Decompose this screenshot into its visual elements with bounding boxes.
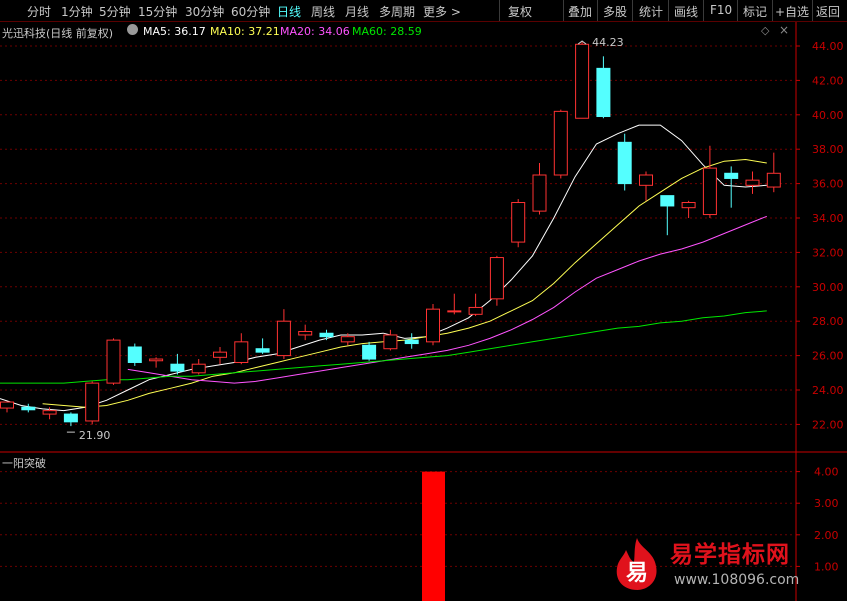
candle-up [639,171,653,201]
candle-down [724,166,739,208]
candle-up [191,359,206,375]
candle-up [702,145,717,218]
candle-up [298,324,313,341]
candle-down [596,56,611,119]
candle-body [298,331,313,336]
candle-down [404,333,419,349]
y-tick-label: 28.00 [812,315,844,328]
kline-chart: 44.23 21.90 22.00 24.00 26.00 28.00 30.00 32.0… [0,22,847,601]
candle-body [149,358,164,362]
candle-body [191,363,206,374]
candle-down [170,353,185,375]
y-tick-label: 26.00 [812,350,844,363]
candle-body [575,43,590,119]
candle-body [681,202,696,209]
y-tick-label: 30.00 [812,281,844,294]
candle-body [21,406,36,411]
candle-body [447,310,462,313]
watermark: 易 易学指标网 www.108096.com [610,530,805,600]
y-tick-label: 36.00 [812,178,844,191]
candle-body [170,363,185,372]
candle-body [553,110,568,176]
candle-body [213,351,227,358]
candle-up [575,42,590,119]
candle-up [532,162,547,215]
candle-up [234,333,249,365]
candle-body [766,172,781,188]
candle-down [319,329,334,341]
candle-up [426,304,440,346]
candle-body [745,179,760,186]
y-tick-label: 40.00 [812,109,844,122]
y-tick-label: 24.00 [812,384,844,397]
indicator-tick-label: 2.00 [814,529,839,542]
candle-up [383,329,398,351]
flame-logo-icon: 易 [616,538,657,590]
candle-up [766,152,781,193]
candle-body [362,344,377,360]
y-tick-label: 22.00 [812,418,844,431]
y-tick-label: 38.00 [812,143,844,156]
indicator-tick-label: 4.00 [814,466,839,479]
candle-body [468,306,483,315]
candle-body [532,174,547,212]
candle-body [340,336,355,343]
candle-up [276,309,291,360]
y-tick-label: 32.00 [812,246,844,259]
candle-body [702,167,717,216]
indicator-title: 一阳突破 [2,457,46,470]
candle-body [127,346,142,363]
indicator-tick-label: 1.00 [814,560,839,573]
candle-body [42,410,57,415]
candle-up [553,109,568,179]
candle-body [319,332,334,338]
candle-up [489,255,504,306]
candle-up [681,200,696,218]
candle-body [255,348,270,353]
ma10-line [42,158,767,408]
candle-up [85,381,100,425]
candle-down [21,403,36,413]
watermark-url: www.108096.com [674,572,800,588]
candle-body [639,174,653,186]
candle-down [660,195,675,236]
candle-up [447,293,462,315]
candle-up [213,347,227,365]
candle-body [276,320,291,357]
candle-body [511,202,526,243]
candle-body [426,308,440,343]
y-tick-label: 44.00 [812,40,844,53]
candle-up [0,401,14,413]
candle-body [63,413,78,423]
logo-char: 易 [626,561,648,586]
ma20-line [127,215,767,384]
candle-body [234,341,249,363]
signal-bar [422,471,445,601]
candle-up [106,338,121,385]
candle-body [85,382,100,422]
candle-up [468,293,483,317]
candle-up [149,357,164,368]
candle-body [404,339,419,345]
candle-body [106,339,121,384]
y-tick-label: 34.00 [812,212,844,225]
candle-up [511,199,526,248]
candle-body [660,195,675,207]
watermark-title: 易学指标网 [670,542,790,568]
candle-down [255,338,270,354]
candle-down [127,343,142,366]
indicator-tick-label: 3.00 [814,497,839,510]
low-price-label: 21.90 [79,429,111,442]
candle-body [617,141,632,185]
high-price-label: 44.23 [592,36,624,49]
y-tick-label: 42.00 [812,74,844,87]
candle-up [745,171,760,194]
candle-body [383,334,398,350]
candle-body [596,67,611,118]
candle-body [489,257,504,300]
candle-body [724,172,739,179]
candle-body [0,401,14,409]
candle-down [362,341,377,361]
candle-down [617,133,632,191]
